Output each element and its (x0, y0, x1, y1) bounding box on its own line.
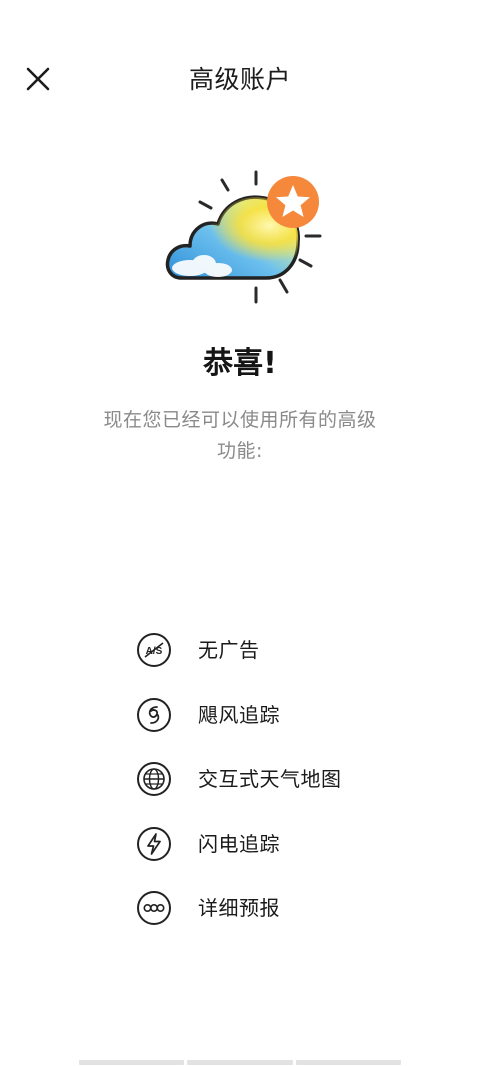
lightning-icon (137, 826, 171, 861)
feature-label: 交互式天气地图 (198, 767, 342, 792)
feature-item-no-ads: A/S 无广告 (136, 618, 416, 683)
star-badge-icon (267, 176, 319, 228)
feature-item-weather-map: 交互式天气地图 (136, 747, 416, 812)
feature-label: 闪电追踪 (198, 831, 280, 856)
hurricane-icon (137, 697, 171, 732)
feature-label: 无广告 (198, 638, 260, 663)
indicator-segment (79, 1060, 185, 1065)
detail-forecast-icon (137, 891, 171, 926)
feature-label: 详细预报 (198, 896, 280, 921)
feature-label: 飓风追踪 (198, 702, 280, 727)
congrats-heading: 恭喜! (203, 346, 277, 381)
indicator-segment (187, 1060, 293, 1065)
premium-description: 现在您已经可以使用所有的高级功能: (103, 409, 377, 462)
no-ads-icon: A/S (137, 633, 171, 668)
feature-list: A/S 无广告 飓风追踪 交互式天气地图 闪电追踪 详细预报 (136, 618, 416, 941)
feature-item-hurricane: 飓风追踪 (136, 683, 416, 748)
page-title: 高级账户 (188, 65, 291, 94)
feature-item-detailed-forecast: 详细预报 (136, 876, 416, 941)
bottom-indicator (79, 1060, 401, 1065)
feature-item-lightning: 闪电追踪 (136, 812, 416, 877)
premium-weather-illustration (160, 168, 330, 308)
globe-icon (137, 762, 171, 797)
indicator-segment (295, 1060, 401, 1065)
